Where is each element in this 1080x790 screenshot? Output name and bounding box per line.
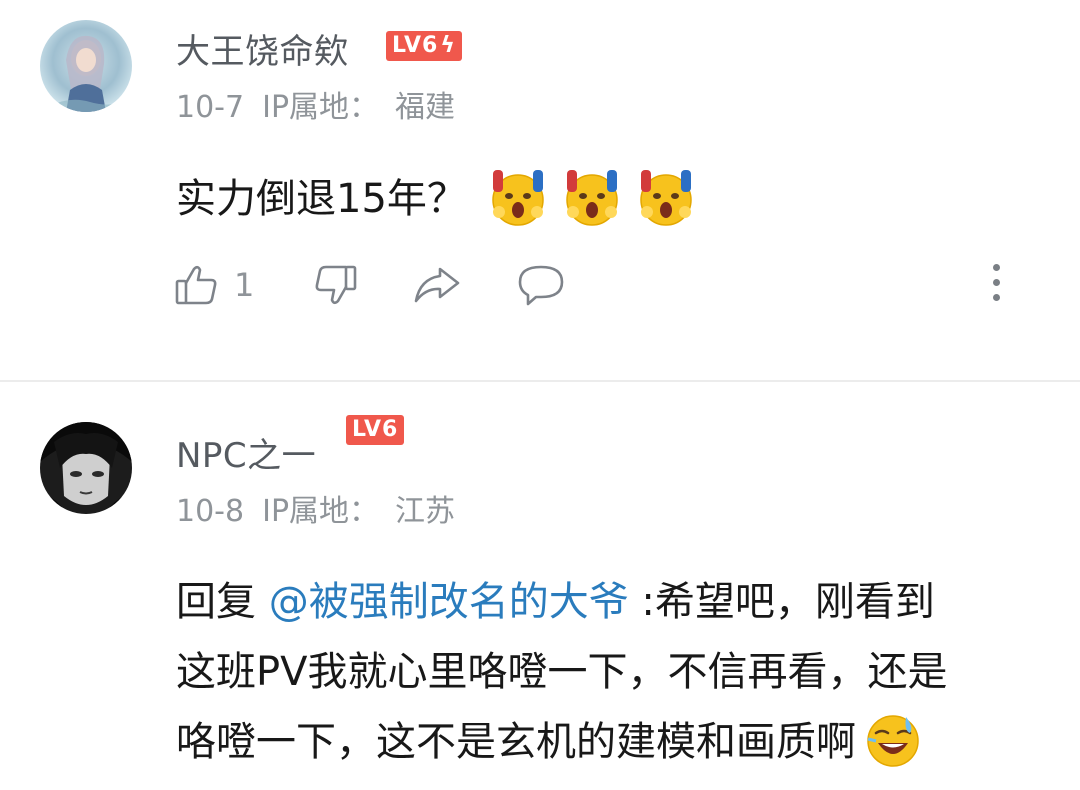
lightning-icon: ϟ <box>440 33 456 58</box>
comment-date: 10-7 <box>176 90 245 125</box>
share-icon <box>412 261 462 309</box>
comment-actions: 1 <box>172 260 1032 310</box>
comment-meta: 10-7 IP属地： 福建 <box>176 82 455 126</box>
comment-item: 大王饶命欸 LV6ϟ 10-7 IP属地： 福建 实力倒退15年？ 1 <box>0 0 1080 380</box>
level-badge: LV6ϟ <box>386 31 462 61</box>
comment-text-body: 咯噔一下，这不是玄机的建模和画质啊 <box>176 719 856 765</box>
ip-label: IP属地： <box>262 90 380 125</box>
shocked-emoji <box>561 166 623 228</box>
comment-text: 实力倒退15年？ <box>176 164 697 234</box>
comment-text: 回复 @被强制改名的大爷 :希望吧，刚看到 这班PV我就心里咯噔一下，不信再看，… <box>176 567 947 777</box>
shocked-emoji <box>487 166 549 228</box>
reply-prefix: 回复 <box>176 579 269 625</box>
comment-line: 回复 @被强制改名的大爷 :希望吧，刚看到 <box>176 567 947 637</box>
shocked-emoji <box>635 166 697 228</box>
comment-line: 咯噔一下，这不是玄机的建模和画质啊 <box>176 707 947 777</box>
username[interactable]: 大王饶命欸 <box>176 24 349 73</box>
comment-text-body: :希望吧，刚看到 <box>628 579 935 625</box>
level-text: LV6 <box>352 417 399 442</box>
sweat-laugh-emoji <box>862 709 924 771</box>
comment-text-body: 实力倒退15年？ <box>176 176 467 222</box>
level-badge: LV6 <box>346 415 405 445</box>
share-button[interactable] <box>412 260 462 310</box>
comment-meta: 10-8 IP属地： 江苏 <box>176 486 455 530</box>
username[interactable]: NPC之一 <box>176 428 316 477</box>
dislike-button[interactable] <box>312 260 360 310</box>
comment-date: 10-8 <box>176 494 245 529</box>
ip-location: 江苏 <box>395 494 456 529</box>
like-button[interactable]: 1 <box>172 260 254 310</box>
thumbs-up-icon <box>172 261 220 309</box>
more-options-icon[interactable] <box>990 264 1002 306</box>
ip-location: 福建 <box>395 90 456 125</box>
thumbs-down-icon <box>312 261 360 309</box>
comment-bubble-icon <box>516 261 566 309</box>
avatar[interactable] <box>40 422 132 514</box>
ip-label: IP属地： <box>262 494 380 529</box>
comment-line: 这班PV我就心里咯噔一下，不信再看，还是 <box>176 649 948 695</box>
avatar[interactable] <box>40 20 132 112</box>
reply-button[interactable] <box>516 260 566 310</box>
mention-link[interactable]: @被强制改名的大爷 <box>269 579 629 625</box>
comment-item: NPC之一 LV6 10-8 IP属地： 江苏 回复 @被强制改名的大爷 :希望吧，… <box>0 382 1080 790</box>
like-count: 1 <box>234 266 255 304</box>
level-text: LV6 <box>392 33 439 58</box>
